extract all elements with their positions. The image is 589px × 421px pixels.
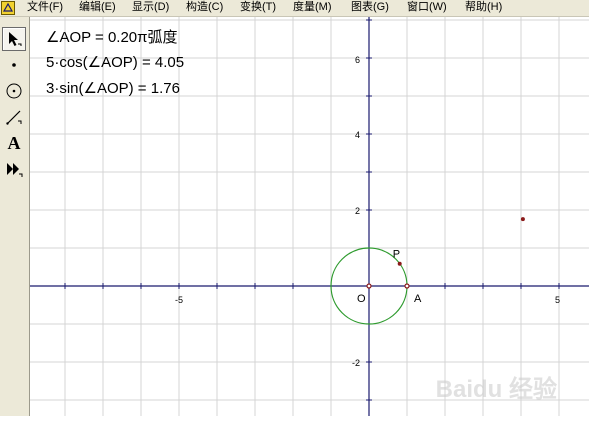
menu-measure[interactable]: 度量(M): [293, 1, 332, 14]
label-p: P: [393, 249, 400, 261]
text-tool[interactable]: A: [2, 131, 26, 155]
point-tool[interactable]: [2, 53, 26, 77]
point-p[interactable]: [397, 261, 402, 266]
x-tick-label-neg5: -5: [175, 295, 183, 305]
sin-calculation[interactable]: 3·sin(∠AOP) = 1.76: [46, 80, 180, 98]
menu-bar: 文件(F) 编辑(E) 显示(D) 构造(C) 变换(T) 度量(M) 图表(G…: [0, 0, 589, 17]
menu-construct[interactable]: 构造(C): [186, 1, 223, 14]
menu-window[interactable]: 窗口(W): [407, 1, 447, 14]
app-icon: [1, 1, 15, 15]
sketch-canvas[interactable]: -5 5 6 4 2 -2 O A P ∠AOP = 0.20π弧度 5·cos…: [30, 17, 589, 416]
label-a: A: [414, 293, 422, 305]
grid: [30, 17, 589, 416]
arrow-select-icon: [9, 32, 22, 46]
watermark: Baidu 经验: [435, 376, 557, 403]
menu-file[interactable]: 文件(F): [27, 1, 63, 14]
straightedge-icon: [6, 110, 22, 125]
straightedge-tool[interactable]: [2, 105, 26, 129]
plotted-point[interactable]: [520, 217, 525, 222]
custom-tool-icon: [7, 163, 23, 177]
compass-icon: [6, 83, 22, 99]
arrow-select-tool[interactable]: [2, 27, 26, 51]
coordinate-plane[interactable]: -5 5 6 4 2 -2 O A P: [30, 17, 589, 416]
menu-display[interactable]: 显示(D): [132, 1, 169, 14]
tool-palette: A: [0, 17, 30, 416]
custom-tool[interactable]: [2, 157, 26, 181]
y-tick-label-4: 4: [355, 130, 360, 140]
angle-measurement[interactable]: ∠AOP = 0.20π弧度: [46, 29, 178, 47]
menu-transform[interactable]: 变换(T): [240, 1, 276, 14]
y-tick-label-neg2: -2: [352, 358, 360, 368]
point-o[interactable]: [366, 283, 372, 289]
x-tick-label-5: 5: [555, 295, 560, 305]
y-tick-label-6: 6: [355, 55, 360, 65]
text-tool-icon: A: [7, 133, 21, 153]
menu-help[interactable]: 帮助(H): [465, 1, 502, 14]
compass-tool[interactable]: [2, 79, 26, 103]
menu-edit[interactable]: 编辑(E): [79, 1, 116, 14]
point-a[interactable]: [404, 283, 410, 289]
label-o: O: [357, 293, 366, 305]
axes: -5 5 6 4 2 -2: [30, 17, 589, 416]
cos-calculation[interactable]: 5·cos(∠AOP) = 4.05: [46, 54, 184, 72]
y-tick-label-2: 2: [355, 206, 360, 216]
menu-graph[interactable]: 图表(G): [351, 1, 389, 14]
point-icon: [12, 63, 16, 67]
